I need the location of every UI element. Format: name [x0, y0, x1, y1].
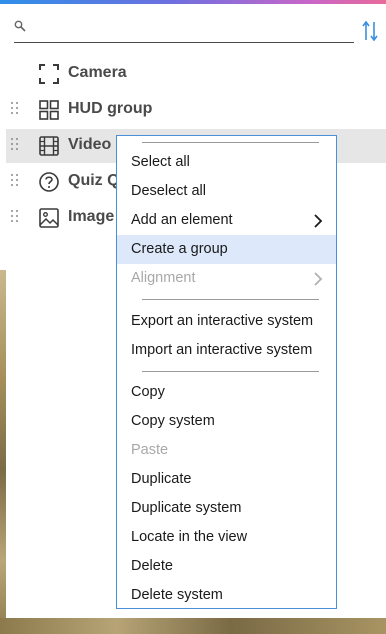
- search-input[interactable]: [32, 18, 356, 42]
- menu-item-add-element[interactable]: Add an element: [117, 206, 336, 235]
- menu-item-create-group[interactable]: Create a group: [117, 235, 336, 264]
- tree-item-label: Image: [68, 208, 115, 225]
- tree-item-label: HUD group: [68, 100, 153, 117]
- tree-item-camera[interactable]: Camera: [6, 57, 386, 91]
- menu-item-locate-in-view[interactable]: Locate in the view: [117, 523, 336, 552]
- viewport-background-bottom: [0, 618, 386, 634]
- search-icon: [14, 20, 26, 32]
- chevron-right-icon: [314, 272, 323, 286]
- menu-item-export-system[interactable]: Export an interactive system: [117, 307, 336, 336]
- sort-icon[interactable]: [362, 20, 378, 42]
- drag-handle-icon[interactable]: [11, 102, 19, 118]
- chevron-right-icon: [314, 214, 323, 228]
- tree-item-label: Camera: [68, 64, 127, 81]
- grid-group-icon: [39, 100, 59, 120]
- menu-item-copy-system[interactable]: Copy system: [117, 407, 336, 436]
- question-circle-icon: [39, 172, 59, 192]
- film-icon: [39, 136, 59, 156]
- drag-handle-icon[interactable]: [11, 210, 19, 226]
- menu-item-copy[interactable]: Copy: [117, 378, 336, 407]
- menu-item-duplicate[interactable]: Duplicate: [117, 465, 336, 494]
- tree-item-label: Quiz Q: [68, 172, 120, 189]
- menu-item-delete[interactable]: Delete: [117, 552, 336, 581]
- camera-frame-icon: [39, 64, 59, 84]
- menu-item-select-all[interactable]: Select all: [117, 148, 336, 177]
- search-bar: [14, 18, 356, 43]
- menu-separator: [142, 371, 319, 372]
- menu-item-paste[interactable]: Paste: [117, 436, 336, 465]
- drag-handle-icon[interactable]: [11, 138, 19, 154]
- menu-separator: [142, 299, 319, 300]
- drag-handle-icon[interactable]: [11, 174, 19, 190]
- menu-separator: [142, 142, 319, 143]
- menu-item-alignment[interactable]: Alignment: [117, 264, 336, 293]
- menu-item-duplicate-system[interactable]: Duplicate system: [117, 494, 336, 523]
- tree-item-label: Video: [68, 136, 112, 153]
- menu-item-deselect-all[interactable]: Deselect all: [117, 177, 336, 206]
- menu-item-delete-system[interactable]: Delete system: [117, 581, 336, 610]
- menu-item-import-system[interactable]: Import an interactive system: [117, 336, 336, 365]
- tree-item-hud-group[interactable]: HUD group: [6, 93, 386, 127]
- context-menu: Select all Deselect all Add an element C…: [116, 135, 337, 609]
- image-icon: [39, 208, 59, 228]
